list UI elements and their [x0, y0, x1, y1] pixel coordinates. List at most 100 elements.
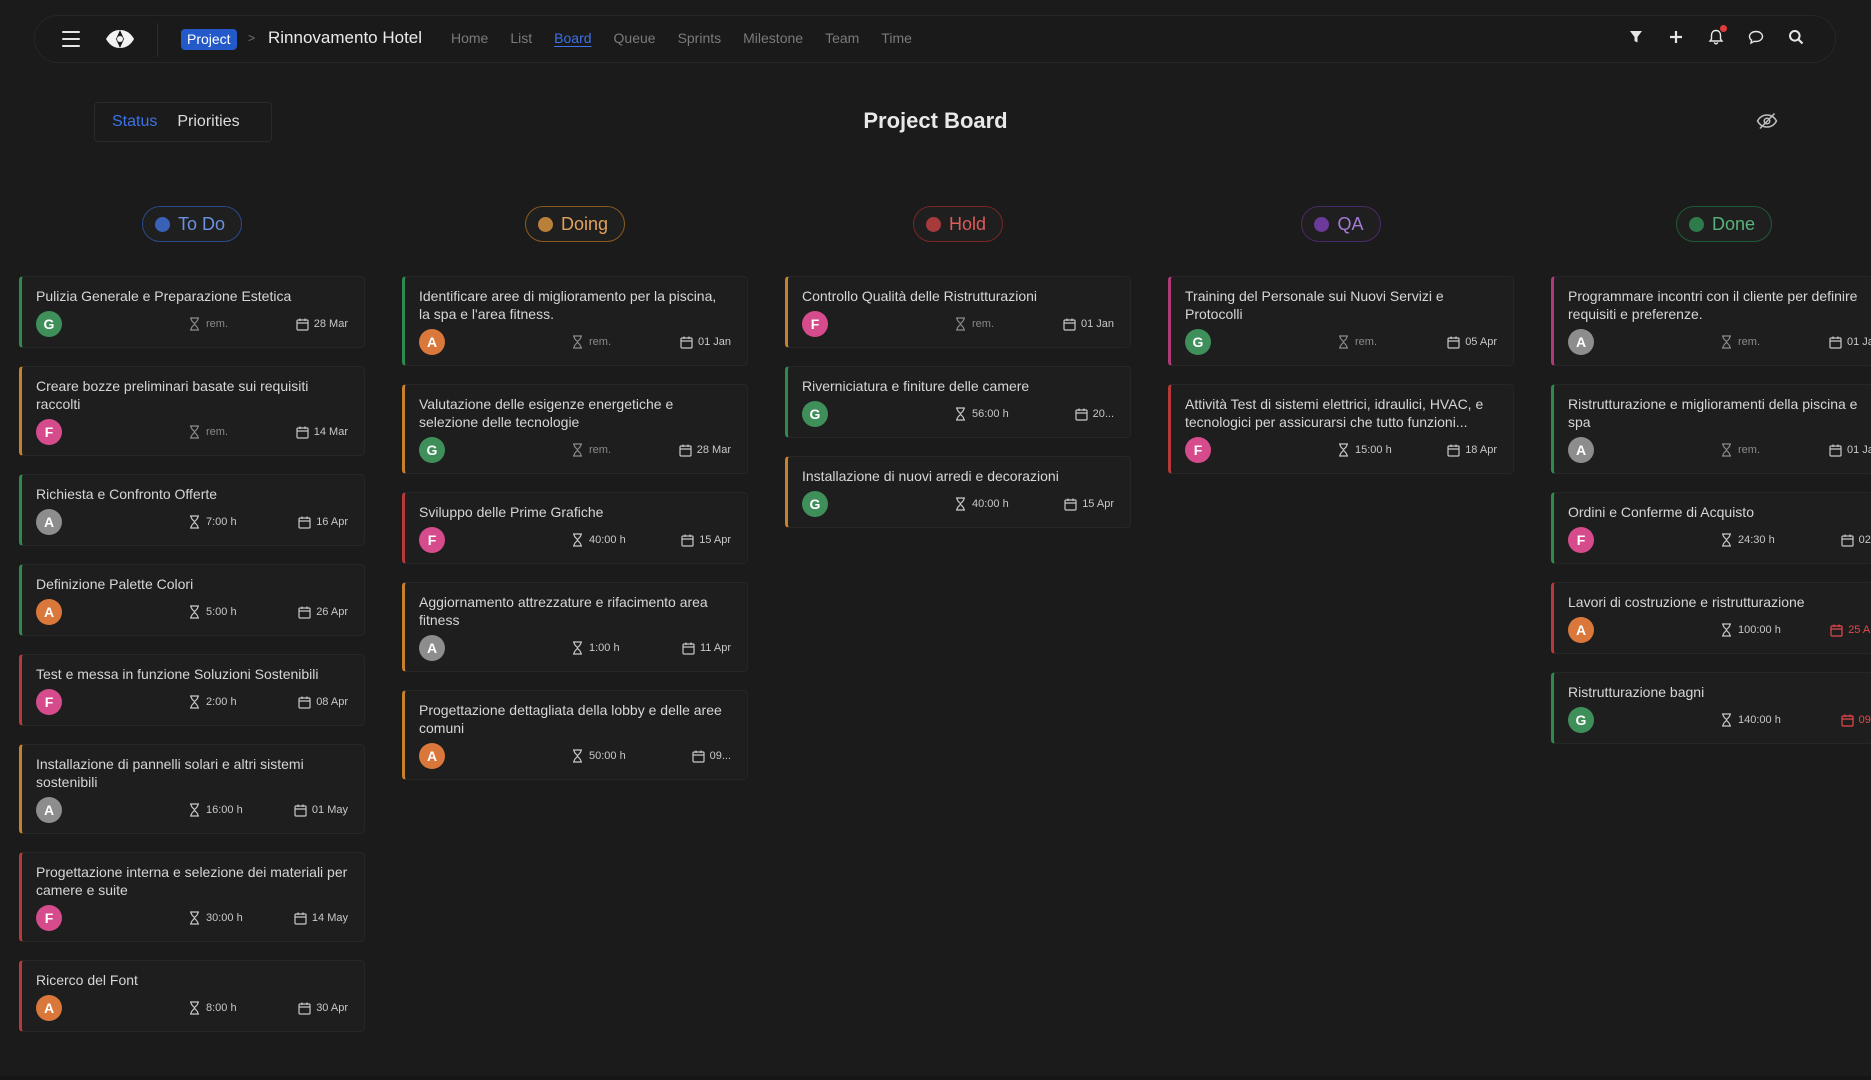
estimated-hours: rem.	[1337, 335, 1427, 349]
avatar[interactable]: G	[36, 311, 62, 337]
estimated-hours: 40:00 h	[954, 497, 1044, 511]
nav-board[interactable]: Board	[554, 30, 591, 46]
hourglass-icon	[190, 911, 199, 925]
avatar[interactable]: F	[36, 905, 62, 931]
task-card[interactable]: Progettazione interna e selezione dei ma…	[19, 852, 365, 942]
avatar[interactable]: F	[1568, 527, 1594, 553]
task-card[interactable]: Identificare aree di miglioramento per l…	[402, 276, 748, 366]
column-header: Hold	[785, 206, 1131, 242]
avatar[interactable]: F	[802, 311, 828, 337]
avatar[interactable]: F	[1185, 437, 1211, 463]
task-card[interactable]: Test e messa in funzione Soluzioni Soste…	[19, 654, 365, 726]
avatar[interactable]: A	[36, 995, 62, 1021]
estimated-hours: rem.	[571, 335, 661, 349]
task-card[interactable]: Progettazione dettagliata della lobby e …	[402, 690, 748, 780]
avatar[interactable]: G	[419, 437, 445, 463]
hours-value: 56:00 h	[972, 408, 1009, 420]
hourglass-icon	[1722, 335, 1731, 349]
task-card[interactable]: Ordini e Conferme di Acquisto F 24:30 h 02.…	[1551, 492, 1871, 564]
project-title[interactable]: Rinnovamento Hotel	[268, 28, 422, 48]
project-badge[interactable]: Project	[181, 29, 237, 50]
task-meta: G 140:00 h 09...	[1568, 707, 1871, 733]
hourglass-icon	[573, 533, 582, 547]
avatar[interactable]: G	[1568, 707, 1594, 733]
status-pill[interactable]: Hold	[912, 206, 1004, 242]
task-meta: Grem. 28 Mar	[36, 311, 348, 337]
board-column: To Do Pulizia Generale e Preparazione Est…	[19, 206, 365, 1050]
date-value: 05 Apr	[1465, 336, 1497, 348]
task-meta: A 8:00 h 30 Apr	[36, 995, 348, 1021]
due-date: 26 Apr	[278, 606, 348, 619]
task-card[interactable]: Attività Test di sistemi elettrici, idra…	[1168, 384, 1514, 474]
task-card[interactable]: Sviluppo delle Prime Grafiche F 40:00 h 15 …	[402, 492, 748, 564]
bell-icon[interactable]	[1707, 25, 1727, 46]
task-title: Ristrutturazione bagni	[1568, 684, 1705, 700]
hourglass-icon	[1339, 443, 1348, 457]
date-value: 28 Mar	[696, 444, 731, 456]
task-card[interactable]: Creare bozze preliminari basate sui requ…	[19, 366, 365, 456]
nav-sprints[interactable]: Sprints	[678, 30, 722, 46]
task-card[interactable]: Lavori di costruzione e ristrutturazione…	[1551, 582, 1871, 654]
avatar[interactable]: A	[36, 797, 62, 823]
board-title: Project Board	[863, 108, 1008, 133]
task-card[interactable]: Aggiornamento attrezzature e rifacimento…	[402, 582, 748, 672]
status-pill[interactable]: QA	[1301, 206, 1381, 242]
search-icon[interactable]	[1787, 28, 1805, 46]
avatar[interactable]: G	[1185, 329, 1211, 355]
filter-icon[interactable]	[1627, 28, 1645, 46]
column-header: Doing	[402, 206, 748, 242]
nav-team[interactable]: Team	[825, 30, 859, 46]
nav-time[interactable]: Time	[881, 30, 912, 46]
avatar[interactable]: A	[419, 329, 445, 355]
nav-milestone[interactable]: Milestone	[743, 30, 803, 46]
task-card[interactable]: Training del Personale sui Nuovi Servizi…	[1168, 276, 1514, 366]
date-value: 01 Jan	[1080, 318, 1114, 330]
board-column: Doing Identificare aree di miglioramento …	[402, 206, 748, 798]
task-card[interactable]: Ristrutturazione e miglioramenti della p…	[1551, 384, 1871, 474]
chat-icon[interactable]	[1747, 28, 1765, 46]
task-card[interactable]: Richiesta e Confronto Offerte A 7:00 h 16 A…	[19, 474, 365, 546]
task-card[interactable]: Pulizia Generale e Preparazione Estetica…	[19, 276, 365, 348]
task-card[interactable]: Ricerco del Font A 8:00 h 30 Apr	[19, 960, 365, 1032]
avatar[interactable]: A	[419, 635, 445, 661]
avatar[interactable]: A	[1568, 329, 1594, 355]
avatar[interactable]: A	[1568, 617, 1594, 643]
status-pill[interactable]: Done	[1675, 206, 1773, 242]
hours-value: 140:00 h	[1738, 714, 1781, 726]
status-pill[interactable]: To Do	[141, 206, 243, 242]
avatar[interactable]: F	[419, 527, 445, 553]
calendar-icon	[294, 912, 307, 925]
logo-icon[interactable]	[104, 26, 136, 52]
date-value: 15 Apr	[699, 534, 731, 546]
task-card[interactable]: Installazione di nuovi arredi e decorazi…	[785, 456, 1131, 528]
task-card[interactable]: Programmare incontri con il cliente per …	[1551, 276, 1871, 366]
task-card[interactable]: Riverniciatura e finiture delle camere G 5…	[785, 366, 1131, 438]
task-card[interactable]: Installazione di pannelli solari e altri…	[19, 744, 365, 834]
nav-home[interactable]: Home	[451, 30, 488, 46]
avatar[interactable]: F	[36, 689, 62, 715]
hours-value: 40:00 h	[972, 498, 1009, 510]
avatar[interactable]: A	[1568, 437, 1594, 463]
divider	[157, 23, 158, 57]
task-title: Training del Personale sui Nuovi Servizi…	[1185, 288, 1444, 322]
avatar[interactable]: G	[802, 491, 828, 517]
plus-icon[interactable]	[1667, 28, 1685, 46]
task-card[interactable]: Valutazione delle esigenze energetiche e…	[402, 384, 748, 474]
avatar[interactable]: A	[419, 743, 445, 769]
task-card[interactable]: Controllo Qualità delle Ristrutturazioni…	[785, 276, 1131, 348]
task-card[interactable]: Ristrutturazione bagni G 140:00 h 09...	[1551, 672, 1871, 744]
avatar[interactable]: A	[36, 599, 62, 625]
nav-queue[interactable]: Queue	[614, 30, 656, 46]
column-header: Done	[1551, 206, 1871, 242]
avatar[interactable]: F	[36, 419, 62, 445]
avatar[interactable]: G	[802, 401, 828, 427]
task-card[interactable]: Definizione Palette Colori A 5:00 h 26 Apr	[19, 564, 365, 636]
due-date: 25 Apr	[1810, 624, 1871, 637]
calendar-icon	[680, 336, 693, 349]
status-pill[interactable]: Doing	[524, 206, 626, 242]
hide-eye-icon[interactable]	[1756, 112, 1778, 130]
menu-icon[interactable]	[62, 31, 80, 47]
avatar[interactable]: A	[36, 509, 62, 535]
nav-list[interactable]: List	[510, 30, 532, 46]
calendar-icon	[1829, 336, 1842, 349]
